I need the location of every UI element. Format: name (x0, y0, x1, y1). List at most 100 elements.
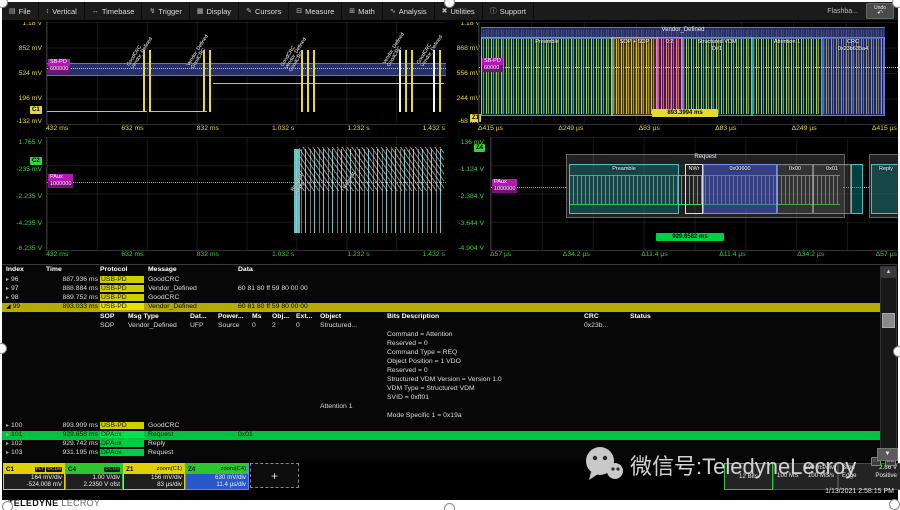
selection-handle[interactable] (444, 503, 455, 510)
collapse-table-button[interactable] (877, 448, 898, 461)
plot-area[interactable]: PAux 1000000 RequestReply Request (46, 137, 446, 251)
y-tick: 1.18 V (446, 22, 480, 27)
menu-item-math[interactable]: ⊞Math (342, 2, 383, 20)
menu-item-support[interactable]: ⓘSupport (483, 2, 534, 20)
trace-segment (151, 111, 207, 112)
decoder-label[interactable]: SB-PD 60000 (482, 58, 503, 72)
zoom-badge-z4[interactable]: Z4 (474, 144, 485, 152)
trace-segment (47, 111, 147, 112)
descriptor-c4[interactable]: C4 DC1M 1.00 V/div2.2350 V ofst (65, 463, 123, 490)
table-row-highlighted[interactable]: 101929.658 ms DPAux Request0x01 (2, 431, 880, 440)
channel-badge-c1[interactable]: C1 (30, 106, 42, 114)
brand-logo: TELEDYNELECROY (8, 498, 100, 508)
decoder-label[interactable]: PAux 1000000 (48, 174, 73, 188)
waveform-panel-c1[interactable]: 1.18 V 852 mV 524 mV 196 mV -132 mV C1 S… (2, 22, 446, 137)
segment-sop: SOP + SOP (611, 37, 658, 116)
waveform-panel-z4[interactable]: 136 mV -1.124 V -2.384 V -3.644 V -4.904… (446, 137, 898, 263)
menu-item-timebase[interactable]: ↔Timebase (85, 2, 143, 20)
decoder-bitrate: 1000000 (48, 181, 73, 188)
detail-bits-row: Object Position = 1 VDO (2, 358, 880, 367)
burst (411, 50, 413, 112)
burst (209, 50, 211, 112)
y-tick: -2.384 V (446, 193, 484, 200)
segment-attention: Attention 1 (751, 37, 823, 116)
selection-handle[interactable] (893, 346, 900, 357)
decoder-name: PAux (48, 174, 73, 181)
trace-segment (213, 83, 444, 84)
timebase-icon: ↔ (92, 8, 99, 15)
analysis-icon: ∿ (390, 7, 396, 15)
table-scrollbar[interactable] (880, 266, 897, 460)
menu-item-cursors[interactable]: ✎Cursors (239, 2, 289, 20)
decoder-label[interactable]: SB-PD 600000 (48, 59, 70, 73)
decoder-label[interactable]: PAux 1000000 (492, 179, 517, 193)
detail-bits-row: Command = Attention (2, 331, 880, 340)
plot-area[interactable]: Vendor_Defined Preamble SOP + SOP 0:2 St… (478, 22, 898, 125)
detail-bits-row: Reserved = 0 (2, 340, 880, 349)
menu-item-display[interactable]: ▦Display (190, 2, 239, 20)
descriptor-z1[interactable]: Z1 zoom(C1) 156 mV/div83 µs/div (123, 463, 185, 490)
waveform-panel-z1[interactable]: 1.18 V 868 mV 556 mV 244 mV -68 mV Z1 Ve… (446, 22, 898, 137)
y-tick: 244 mV (446, 95, 480, 102)
plot-area[interactable]: SB-PD 600000 GoodCRCVendor_Defined Vendo… (46, 22, 446, 125)
add-trace-button[interactable]: + (250, 463, 299, 488)
waveform-panel-c2[interactable]: 1.765 V -235 mV -2.235 V -4.235 V -6.235… (2, 137, 446, 263)
table-row-selected[interactable]: 99893.033 ms USB-PD Vendor_Defined60 81 … (2, 303, 880, 312)
menu-label: Trigger (158, 7, 181, 16)
table-row[interactable]: 96887.936 ms USB-PD GoodCRC (2, 276, 880, 285)
menu-item-vertical[interactable]: ↕Vertical (39, 2, 85, 20)
undo-label: Undo (874, 6, 886, 11)
y-tick: 1.765 V (2, 139, 42, 146)
cursor-time-badge[interactable]: 893.3994 ms (652, 109, 718, 117)
wechat-icon (584, 446, 624, 484)
y-tick: 524 mV (2, 70, 42, 77)
segment-reply: Reply (871, 164, 898, 214)
undo-button[interactable]: Undo (866, 3, 894, 19)
selection-handle[interactable] (889, 499, 900, 510)
segment-stop (851, 164, 863, 214)
plus-icon: + (271, 469, 278, 483)
table-row[interactable]: 98889.752 ms USB-PD GoodCRC (2, 294, 880, 303)
detail-bits-row: Mode Specific 1 = 0x19a (2, 412, 880, 421)
descriptor-c1[interactable]: C1 FLT DC1M 164 mV/div-524.008 mV (3, 463, 65, 490)
menu-item-utilities[interactable]: ✖Utilities (435, 2, 483, 20)
protocol-table[interactable]: Index Time Protocol Message Data 96887.9… (2, 264, 898, 461)
plot-area[interactable]: PAux 1000000 Request Preamble NWr 0x0060… (490, 137, 898, 251)
detail-bits-row: Command Type = REQ (2, 349, 880, 358)
selection-handle[interactable] (2, 501, 13, 510)
x-axis: 432 ms632 ms832 ms1.032 s1.232 s1.432 s (46, 125, 445, 132)
menu-label: Utilities (451, 7, 475, 16)
table-row[interactable]: 97888.884 ms USB-PD Vendor_Defined60 81 … (2, 285, 880, 294)
coupling-badge: DC1M (46, 467, 62, 472)
cursors-icon: ✎ (246, 7, 252, 15)
file-icon: ▤ (9, 7, 16, 15)
burst (433, 50, 435, 112)
detail-bits-row: SVID = 0xff01 (2, 394, 880, 403)
menu-label: Cursors (255, 7, 281, 16)
menu-item-analysis[interactable]: ∿Analysis (383, 2, 435, 20)
detail-value-row: SOPVendor_Defined UFPSource 02 0Structur… (2, 322, 880, 331)
burst (405, 50, 407, 112)
selection-handle[interactable] (892, 0, 900, 8)
zoom-source: zoom(C1) (157, 466, 182, 472)
scroll-up-icon[interactable] (881, 267, 896, 278)
table-header-row: Index Time Protocol Message Data (2, 266, 880, 275)
descriptor-id: Z1 (126, 466, 133, 473)
channel-badge-c2[interactable]: C2 (30, 157, 42, 165)
descriptor-z4-selected[interactable]: Z4 zoom(C4) 630 mV/div11.4 µs/div (185, 463, 249, 490)
burst (399, 50, 401, 112)
protocol-chip: DPAux (100, 440, 144, 447)
menu-label: File (19, 7, 31, 16)
protocol-chip: USB-PD (100, 422, 144, 429)
flashback-label: Flashba... (827, 8, 858, 15)
annotation-texture (299, 147, 444, 191)
menu-item-measure[interactable]: ⊟Measure (289, 2, 342, 20)
cursor-time-badge[interactable]: 929.6582 ms (656, 233, 724, 241)
detail-bits-row: Structured VDM Version = Version 1.0 (2, 376, 880, 385)
scrollbar-thumb[interactable] (882, 313, 895, 328)
menu-label: Timebase (102, 7, 135, 16)
y-tick: -235 mV (2, 166, 42, 173)
y-tick: 556 mV (446, 70, 480, 77)
menu-item-trigger[interactable]: ↯Trigger (142, 2, 189, 20)
table-row[interactable]: 100893.909 ms USB-PD GoodCRC (2, 422, 880, 431)
